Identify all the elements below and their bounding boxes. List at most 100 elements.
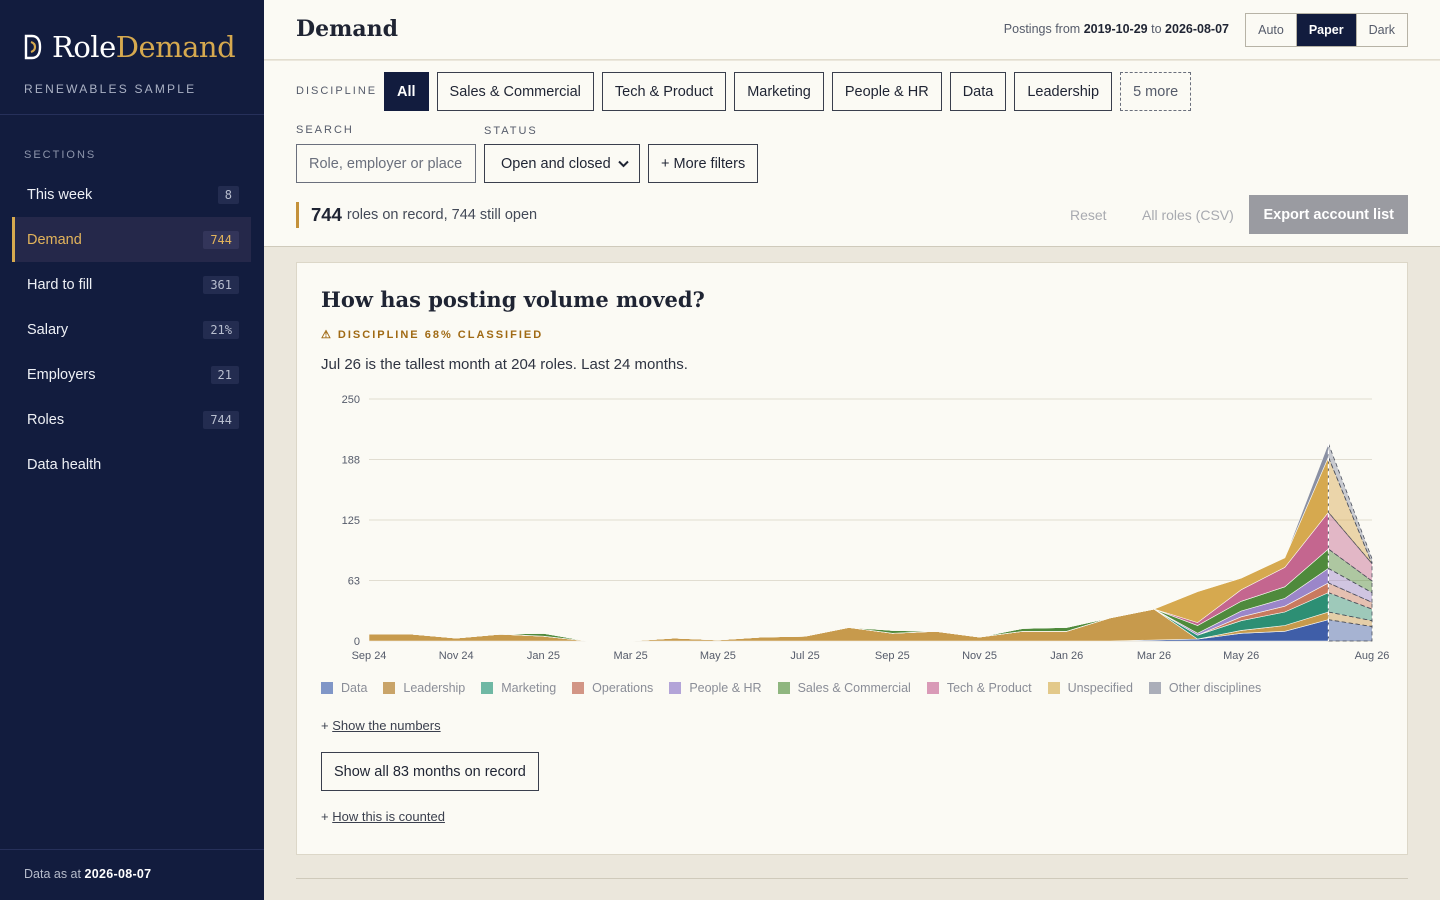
sidebar-item-label: Data health <box>27 456 102 473</box>
count-badge: 744 <box>203 230 239 249</box>
chip-sales-commercial[interactable]: Sales & Commercial <box>436 72 594 111</box>
postings-range: Postings from 2019-10-29 to 2026-08-07 <box>1004 22 1229 36</box>
brand-logo[interactable]: RoleDemand <box>24 30 236 64</box>
legend-label: Unspecified <box>1067 681 1133 695</box>
sidebar-item-this-week[interactable]: This week 8 <box>12 172 251 217</box>
legend-swatch <box>321 682 333 694</box>
count-badge: 744 <box>203 410 239 429</box>
brand-mark-icon <box>24 34 42 60</box>
reset-button[interactable]: Reset <box>1070 207 1107 223</box>
y-tick-label: 250 <box>342 394 360 406</box>
show-all-months-button[interactable]: Show all 83 months on record <box>321 752 539 791</box>
export-account-list-button[interactable]: Export account list <box>1249 195 1408 234</box>
chip-tech-product[interactable]: Tech & Product <box>601 72 727 111</box>
show-numbers-label: Show the numbers <box>332 718 441 733</box>
legend-item: Leadership <box>383 681 465 695</box>
data-as-at: Data as at 2026-08-07 <box>24 867 151 881</box>
results-summary: 744 roles on record, 744 still open <box>296 202 537 228</box>
legend-label: People & HR <box>689 681 762 695</box>
count-badge: 21% <box>203 320 239 339</box>
sidebar-item-salary[interactable]: Salary 21% <box>12 307 251 352</box>
sections-label: SECTIONS <box>24 149 97 161</box>
chevron-down-icon <box>618 160 629 167</box>
legend-item: Marketing <box>481 681 556 695</box>
sidebar-item-roles[interactable]: Roles 744 <box>12 397 251 442</box>
data-as-at-prefix: Data as at <box>24 867 81 881</box>
x-tick-label: Sep 25 <box>875 650 910 662</box>
legend-swatch <box>926 682 939 694</box>
sidebar-item-label: Salary <box>27 321 69 338</box>
legend-swatch <box>669 682 682 694</box>
how-counted-link[interactable]: + How this is counted <box>321 809 445 824</box>
results-text: roles on record, 744 still open <box>346 207 538 223</box>
classification-warning: ⚠ DISCIPLINE 68% CLASSIFIED <box>321 329 544 341</box>
results-count: 744 <box>311 204 342 225</box>
legend-item: People & HR <box>669 681 762 695</box>
x-tick-label: Jan 25 <box>527 650 560 662</box>
all-roles-csv-link[interactable]: All roles (CSV) <box>1142 207 1234 223</box>
discipline-chips: All Sales & Commercial Tech & Product Ma… <box>384 72 1192 111</box>
sidebar-item-label: Demand <box>27 231 82 248</box>
plus-icon: + <box>321 718 329 733</box>
plus-icon: + <box>321 809 329 824</box>
brand-name-second: Demand <box>115 30 236 64</box>
postings-from: 2019-10-29 <box>1083 22 1148 36</box>
chip-people-hr[interactable]: People & HR <box>831 72 942 111</box>
legend-item: Unspecified <box>1047 681 1133 695</box>
legend-label: Other disciplines <box>1168 681 1262 695</box>
page-title: Demand <box>296 16 398 42</box>
chart-legend: Data Leadership Marketing Operations People … <box>321 681 1261 695</box>
chip-marketing[interactable]: Marketing <box>734 72 824 111</box>
card-subtitle: Jul 26 is the tallest month at 204 roles… <box>321 356 688 373</box>
legend-swatch <box>1047 682 1060 694</box>
x-tick-label: May 25 <box>700 650 736 662</box>
x-tick-label: Jul 25 <box>790 650 819 662</box>
legend-label: Tech & Product <box>946 681 1032 695</box>
y-tick-label: 125 <box>342 515 360 527</box>
legend-label: Marketing <box>501 681 557 695</box>
x-tick-label: Jan 26 <box>1050 650 1083 662</box>
area-series-unspecified <box>369 456 1329 642</box>
legend-item: Data <box>321 681 367 695</box>
legend-swatch <box>572 682 585 694</box>
sidebar-item-data-health[interactable]: Data health <box>12 442 251 487</box>
count-badge: 21 <box>210 365 239 384</box>
legend-item: Other disciplines <box>1148 681 1262 695</box>
sidebar-item-label: Employers <box>27 366 96 383</box>
count-badge: 361 <box>203 275 239 294</box>
sidebar-item-demand[interactable]: Demand 744 <box>12 217 251 262</box>
status-select-value: Open and closed <box>501 155 611 172</box>
sidebar-item-label: Hard to fill <box>27 276 93 293</box>
chip-data[interactable]: Data <box>949 72 1007 111</box>
chip-leadership[interactable]: Leadership <box>1014 72 1113 111</box>
postings-to-word: to <box>1151 22 1162 36</box>
search-input[interactable] <box>296 144 476 183</box>
more-filters-button[interactable]: + More filters <box>648 144 759 183</box>
show-numbers-link[interactable]: + Show the numbers <box>321 718 441 733</box>
x-tick-label: Nov 24 <box>439 650 474 662</box>
sidebar-item-label: Roles <box>27 411 65 428</box>
legend-swatch <box>481 682 494 694</box>
legend-label: Data <box>341 681 368 695</box>
theme-paper-button[interactable]: Paper <box>1296 14 1357 46</box>
sidebar-item-hard-to-fill[interactable]: Hard to fill 361 <box>12 262 251 307</box>
theme-dark-button[interactable]: Dark <box>1357 14 1407 46</box>
chip-more-disciplines[interactable]: 5 more <box>1120 72 1192 111</box>
top-bar: Demand Postings from 2019-10-29 to 2026-… <box>264 0 1440 60</box>
x-tick-label: Mar 25 <box>614 650 648 662</box>
legend-item: Operations <box>572 681 653 695</box>
legend-swatch <box>383 682 396 694</box>
x-tick-label: May 26 <box>1223 650 1259 662</box>
y-tick-label: 188 <box>342 455 360 467</box>
discipline-label: DISCIPLINE <box>296 85 378 97</box>
sidebar-item-employers[interactable]: Employers 21 <box>12 352 251 397</box>
legend-swatch <box>777 682 790 694</box>
next-section-divider <box>296 878 1408 879</box>
status-select[interactable]: Open and closed <box>484 144 640 183</box>
posting-volume-card: How has posting volume moved? ⚠ DISCIPLI… <box>296 262 1408 855</box>
brand-name-first: Role <box>52 30 116 64</box>
status-label: STATUS <box>484 125 538 137</box>
chip-all[interactable]: All <box>384 72 429 111</box>
theme-auto-button[interactable]: Auto <box>1246 14 1297 46</box>
card-title: How has posting volume moved? <box>321 287 705 312</box>
